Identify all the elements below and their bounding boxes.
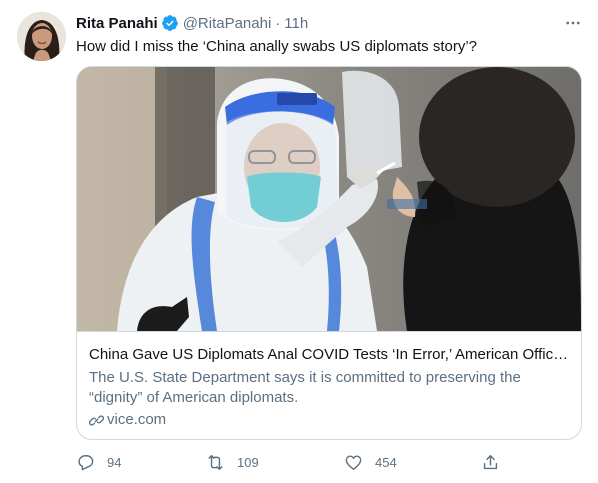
more-icon[interactable] bbox=[562, 12, 584, 34]
tweet-actions: 94 109 454 bbox=[76, 450, 516, 474]
tweet-text: How did I miss the ‘China anally swabs U… bbox=[76, 38, 477, 55]
share-icon bbox=[483, 454, 498, 469]
reply-button[interactable]: 94 bbox=[76, 450, 121, 474]
tweet[interactable]: Rita Panahi @RitaPanahi · 11h How did I … bbox=[0, 0, 598, 483]
link-icon bbox=[89, 414, 104, 426]
avatar[interactable] bbox=[17, 12, 66, 61]
separator-dot: · bbox=[275, 14, 281, 32]
card-description: The U.S. State Department says it is com… bbox=[89, 369, 521, 406]
retweet-count: 109 bbox=[237, 454, 259, 470]
retweet-icon bbox=[208, 454, 223, 470]
card-body[interactable]: China Gave US Diplomats Anal COVID Tests… bbox=[77, 331, 581, 439]
like-icon bbox=[345, 454, 362, 470]
link-card[interactable]: China Gave US Diplomats Anal COVID Tests… bbox=[76, 66, 582, 440]
card-title[interactable]: China Gave US Diplomats Anal COVID Tests… bbox=[89, 345, 569, 365]
card-image[interactable] bbox=[77, 67, 581, 331]
verified-badge-icon bbox=[161, 14, 179, 32]
author-name[interactable]: Rita Panahi bbox=[76, 15, 158, 32]
like-button[interactable]: 454 bbox=[344, 450, 397, 474]
timestamp[interactable]: 11h bbox=[284, 15, 308, 32]
card-domain[interactable]: vice.com bbox=[89, 410, 569, 430]
card-domain-text[interactable]: vice.com bbox=[107, 410, 166, 430]
reply-count: 94 bbox=[107, 454, 122, 470]
reply-icon bbox=[78, 454, 94, 470]
share-button[interactable] bbox=[481, 450, 500, 474]
author-handle[interactable]: @RitaPanahi bbox=[183, 15, 272, 32]
retweet-button[interactable]: 109 bbox=[206, 450, 259, 474]
like-count: 454 bbox=[375, 454, 397, 470]
tweet-header: Rita Panahi @RitaPanahi · 11h bbox=[76, 13, 308, 33]
